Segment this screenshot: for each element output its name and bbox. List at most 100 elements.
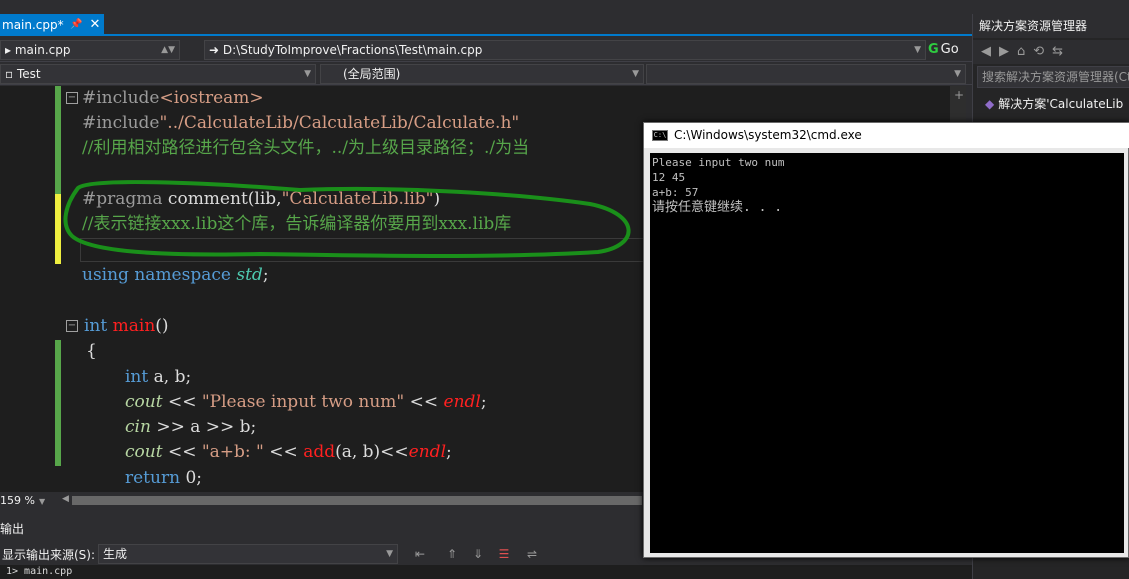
console-line: 请按任意键继续. . . <box>652 200 783 215</box>
back-icon[interactable]: ◀ <box>981 44 999 59</box>
annotation-ellipse <box>63 180 631 258</box>
close-tab-icon[interactable]: ✕ <box>88 14 102 36</box>
project-combo[interactable]: ▫ Test ▼ <box>0 64 316 84</box>
token: namespace <box>128 265 237 285</box>
document-tab-strip: main.cpp* 📌 ✕ <box>0 0 972 36</box>
go-button[interactable]: G Go <box>928 40 970 60</box>
token: "Please input two num" <box>201 392 405 412</box>
solution-explorer-toolbar: ◀▶⌂⟲⇆ <box>973 40 1129 64</box>
home-icon[interactable]: ⌂ <box>1017 44 1033 59</box>
code-line: cout << "a+b: " << add(a, b)<<endl; <box>125 440 452 465</box>
token: << <box>162 392 202 412</box>
output-source-value: 生成 <box>103 547 128 561</box>
chevron-down-icon: ▼ <box>304 69 311 79</box>
history-icon[interactable]: ⟲ <box>1033 44 1052 59</box>
code-line: using namespace std; <box>82 263 269 288</box>
file-combo[interactable]: ▸ main.cpp ▲▼ <box>0 40 180 60</box>
zoom-level[interactable]: 159 % ▼ <box>0 493 56 509</box>
chevron-down-icon: ▼ <box>38 497 46 506</box>
path-value: D:\StudyToImprove\Fractions\Test\main.cp… <box>222 43 483 57</box>
refresh-icon: G <box>928 42 939 57</box>
collapse-icon[interactable]: − <box>66 320 78 332</box>
token: ; <box>480 392 487 412</box>
output-source-combo[interactable]: 生成 ▼ <box>98 544 398 564</box>
output-title: 输出 <box>0 522 25 536</box>
token: a, b; <box>148 367 192 387</box>
scope-combo-value: (全局范围) <box>343 67 401 81</box>
navigation-bar: ▸ main.cpp ▲▼ ➜ D:\StudyToImprove\Fractio… <box>0 38 972 62</box>
console-window[interactable]: C:\Windows\system32\cmd.exe C:\ Please i… <box>643 122 1129 558</box>
solution-explorer-title: 解决方案资源管理器 <box>973 14 1129 38</box>
split-icon[interactable]: + <box>954 88 964 102</box>
find-message-icon[interactable]: ⇑ <box>444 546 460 562</box>
token: int <box>125 367 149 387</box>
path-combo[interactable]: ➜ D:\StudyToImprove\Fractions\Test\main.… <box>204 40 926 60</box>
code-line: return 0; <box>125 466 202 491</box>
forward-icon[interactable]: ▶ <box>999 44 1017 59</box>
console-title: C:\Windows\system32\cmd.exe <box>674 128 862 142</box>
token: () <box>155 316 169 336</box>
token: endl <box>443 392 481 412</box>
pin-icon[interactable]: 📌 <box>70 14 82 36</box>
console-line: a+b: 57 <box>652 186 699 199</box>
token: int <box>84 316 108 336</box>
token: << <box>263 442 304 462</box>
clear-all-icon[interactable]: ☰ <box>496 546 512 562</box>
console-icon: C:\ <box>652 130 668 141</box>
solution-root-label: 解决方案'CalculateLib <box>998 97 1124 111</box>
code-line: { <box>86 341 97 361</box>
token: 0; <box>180 468 202 488</box>
go-to-previous-icon[interactable]: ⇤ <box>412 546 428 562</box>
code-line: cin >> a >> b; <box>125 415 256 440</box>
chevron-down-icon: ▼ <box>632 69 639 79</box>
token: (a, b)<< <box>335 442 409 462</box>
tab-title: main.cpp* <box>2 18 64 32</box>
project-combo-value: Test <box>16 67 41 81</box>
token: << <box>162 442 202 462</box>
file-combo-icon: ▸ <box>5 43 15 57</box>
file-combo-value: main.cpp <box>14 43 71 57</box>
horizontal-scrollbar-thumb[interactable] <box>72 496 642 505</box>
code-line: int a, b; <box>125 365 191 390</box>
token: >> a >> b; <box>150 417 257 437</box>
console-title-bar[interactable]: C:\Windows\system32\cmd.exe <box>644 123 1129 148</box>
token: "a+b: " <box>201 442 264 462</box>
next-message-icon[interactable]: ⇓ <box>470 546 486 562</box>
token: ; <box>446 442 452 462</box>
token: cout <box>125 442 163 462</box>
console-line: Please input two num <box>652 156 785 169</box>
token: add <box>303 442 336 462</box>
member-combo[interactable]: ▼ <box>646 64 966 84</box>
word-wrap-icon[interactable]: ⇌ <box>524 546 540 562</box>
sync-icon[interactable]: ⇆ <box>1052 44 1071 59</box>
change-marker-saved <box>55 340 61 466</box>
chevron-down-icon: ▲▼ <box>161 45 175 55</box>
zoom-value: 159 % <box>0 494 35 507</box>
go-label: Go <box>940 42 959 57</box>
code-line: int main() <box>84 314 169 339</box>
output-source-label: 显示输出来源(S): <box>2 548 96 562</box>
scope-bar: ▫ Test ▼ (全局范围) ▼ ▼ <box>0 63 972 85</box>
chevron-down-icon: ▼ <box>954 69 961 79</box>
chevron-down-icon: ▼ <box>914 45 921 55</box>
solution-explorer-search[interactable]: 搜索解决方案资源管理器(Ct <box>977 66 1129 88</box>
console-output[interactable]: Please input two num 12 45 a+b: 57 请按任意键… <box>650 153 1124 553</box>
chevron-down-icon: ▼ <box>386 549 393 559</box>
output-text: 1> main.cpp <box>0 565 972 579</box>
token: return <box>125 468 181 488</box>
token: std <box>236 265 263 285</box>
project-icon: ▫ <box>5 67 17 81</box>
solution-root-item[interactable]: ◆ 解决方案'CalculateLib <box>985 94 1129 114</box>
token: cout <box>125 392 163 412</box>
token: << <box>404 392 444 412</box>
solution-icon: ◆ <box>985 97 995 111</box>
arrow-right-icon: ➜ <box>209 43 223 57</box>
token: using <box>82 265 129 285</box>
scope-combo[interactable]: (全局范围) ▼ <box>320 64 644 84</box>
code-line: cout << "Please input two num" << endl; <box>125 390 487 415</box>
token: main <box>107 316 156 336</box>
tab-main-cpp[interactable]: main.cpp* 📌 ✕ <box>0 14 104 36</box>
token: endl <box>408 442 447 462</box>
token: ; <box>262 265 269 285</box>
scroll-left-icon[interactable]: ◀ <box>62 494 69 504</box>
